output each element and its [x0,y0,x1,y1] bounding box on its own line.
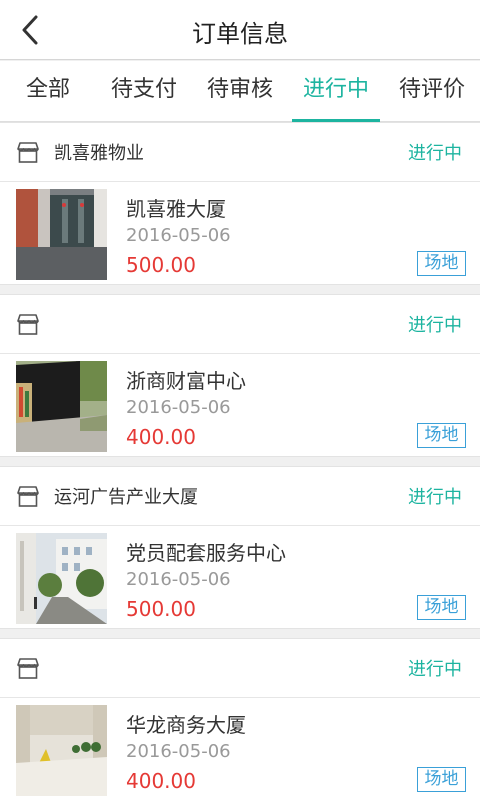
order-card[interactable]: 运河广告产业大厦 进行中 党员配套服务中心 2016-05-06 500.00 … [0,466,480,629]
order-status-tabs: 全部 待支付 待审核 进行中 待评价 [0,61,480,122]
order-date: 2016-05-06 [126,225,231,246]
order-card[interactable]: 进行中 华龙商务大厦 2016-05-06 400.00 场地 [0,638,480,800]
order-date: 2016-05-06 [126,397,231,418]
order-date: 2016-05-06 [126,741,231,762]
order-card-header: 运河广告产业大厦 进行中 [0,467,480,526]
order-card-header: 进行中 [0,295,480,354]
shop-icon [17,658,39,679]
category-tag: 场地 [417,595,466,620]
shop-icon [17,142,39,163]
order-status: 进行中 [408,487,462,508]
venue-name: 华龙商务大厦 [126,713,246,737]
order-price: 400.00 [126,425,196,449]
order-card-header: 进行中 [0,639,480,698]
shop-icon [17,486,39,507]
order-price: 500.00 [126,597,196,621]
page-title: 订单信息 [192,20,288,48]
venue-name: 浙商财富中心 [126,369,246,393]
venue-thumbnail [16,189,107,280]
shop-name: 凯喜雅物业 [54,143,144,164]
tab-to-rate[interactable]: 待评价 [384,61,480,121]
order-status: 进行中 [408,315,462,336]
category-tag: 场地 [417,423,466,448]
order-price: 500.00 [126,253,196,277]
order-status: 进行中 [408,143,462,164]
venue-name: 党员配套服务中心 [126,541,286,565]
venue-thumbnail [16,361,107,452]
order-date: 2016-05-06 [126,569,231,590]
venue-thumbnail [16,533,107,624]
shop-icon [17,314,39,335]
venue-thumbnail [16,705,107,796]
app-header: 订单信息 [0,0,480,60]
order-card[interactable]: 凯喜雅物业 进行中 凯喜雅大厦 2016-05-06 500.00 场地 [0,122,480,285]
order-price: 400.00 [126,769,196,793]
tab-all[interactable]: 全部 [0,61,96,121]
tab-pending-payment[interactable]: 待支付 [96,61,192,121]
venue-name: 凯喜雅大厦 [126,197,226,221]
tab-pending-review[interactable]: 待审核 [192,61,288,121]
shop-name: 运河广告产业大厦 [54,487,198,508]
category-tag: 场地 [417,767,466,792]
tab-in-progress[interactable]: 进行中 [288,61,384,122]
order-status: 进行中 [408,659,462,680]
category-tag: 场地 [417,251,466,276]
order-card-header: 凯喜雅物业 进行中 [0,123,480,182]
order-card[interactable]: 进行中 浙商财富中心 2016-05-06 400.00 场地 [0,294,480,457]
